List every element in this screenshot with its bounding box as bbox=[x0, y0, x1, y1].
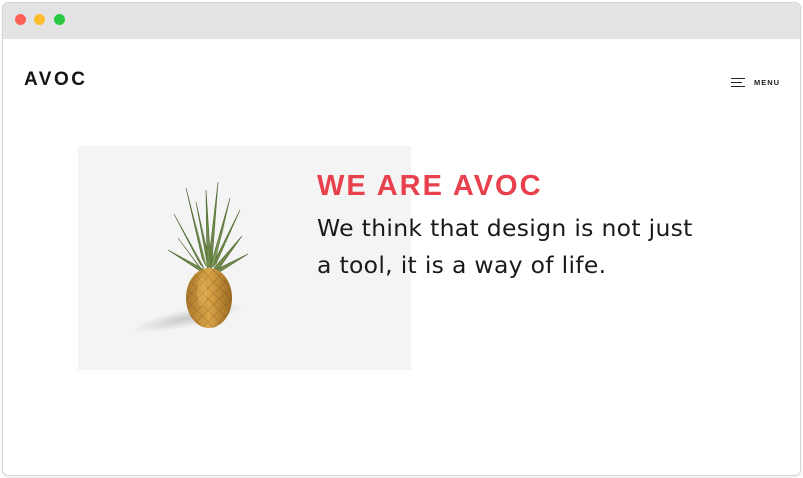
site-logo[interactable]: AVOC bbox=[24, 69, 87, 91]
hero-tagline: We think that design is not just a tool,… bbox=[317, 214, 693, 279]
close-window-button[interactable] bbox=[15, 14, 26, 25]
hero-heading: WE ARE AVOC bbox=[317, 170, 543, 202]
maximize-window-button[interactable] bbox=[54, 14, 65, 25]
menu-label[interactable]: MENU bbox=[754, 78, 780, 87]
browser-titlebar bbox=[3, 3, 800, 39]
minimize-window-button[interactable] bbox=[34, 14, 45, 25]
browser-window: AVOC MENU WE ARE AVOC We think that desi… bbox=[2, 2, 801, 476]
menu-button[interactable]: MENU bbox=[731, 75, 780, 89]
hamburger-icon[interactable] bbox=[731, 77, 745, 87]
